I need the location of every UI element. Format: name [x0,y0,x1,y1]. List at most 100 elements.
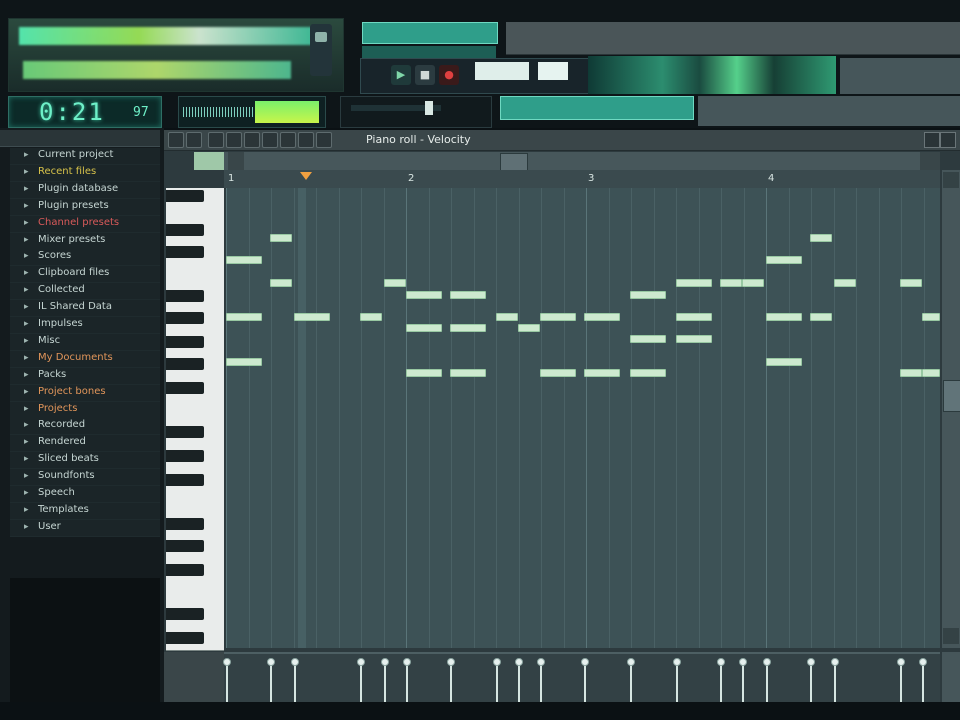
browser-item[interactable]: ▸ Plugin database [10,181,160,199]
velocity-bar[interactable] [630,664,632,704]
browser-item[interactable]: ▸ Plugin presets [10,198,160,216]
midi-note[interactable] [766,256,802,264]
velocity-handle[interactable] [291,658,299,666]
midi-note[interactable] [270,234,292,242]
pencil-icon[interactable] [208,132,224,148]
midi-note[interactable] [720,279,742,287]
velocity-bar[interactable] [294,664,296,704]
velocity-handle[interactable] [831,658,839,666]
browser-item[interactable]: ▸ IL Shared Data [10,300,160,318]
vertical-scrollbar[interactable] [942,170,960,648]
velocity-editor[interactable] [223,652,940,704]
browser-item[interactable]: ▸ Mixer presets [10,232,160,250]
midi-note[interactable] [630,369,666,377]
browser-item[interactable]: ▸ Sliced beats [10,452,160,470]
velocity-bar[interactable] [922,664,924,704]
tempo-display[interactable] [475,62,529,80]
velocity-handle[interactable] [447,658,455,666]
velocity-bar[interactable] [584,664,586,704]
browser-item[interactable]: ▸ Templates [10,502,160,520]
midi-note[interactable] [294,313,330,321]
piano-black-key[interactable] [166,564,204,576]
browser-item[interactable]: ▸ Recent files [10,164,160,182]
velocity-bar[interactable] [766,664,768,704]
cpu-slider[interactable] [425,101,433,115]
midi-note[interactable] [226,313,262,321]
midi-note[interactable] [810,313,832,321]
velocity-handle[interactable] [739,658,747,666]
velocity-handle[interactable] [537,658,545,666]
delete-icon[interactable] [244,132,260,148]
piano-black-key[interactable] [166,518,204,530]
browser-item[interactable]: ▸ Clipboard files [10,266,160,284]
browser-item[interactable]: ▸ Project bones [10,384,160,402]
pattern-number[interactable] [538,62,568,80]
velocity-handle[interactable] [717,658,725,666]
velocity-handle[interactable] [403,658,411,666]
song-mode-toggle[interactable] [500,96,694,120]
velocity-handle[interactable] [919,658,927,666]
zoom-icon[interactable] [298,132,314,148]
piano-black-key[interactable] [166,382,204,394]
midi-note[interactable] [406,369,442,377]
velocity-handle[interactable] [267,658,275,666]
piano-black-key[interactable] [166,426,204,438]
browser-item[interactable]: ▸ Impulses [10,317,160,334]
midi-note[interactable] [900,369,922,377]
velocity-handle[interactable] [515,658,523,666]
midi-note[interactable] [922,369,940,377]
velocity-bar[interactable] [900,664,902,704]
midi-note[interactable] [766,358,802,366]
vertical-scroll-thumb[interactable] [943,380,960,412]
horizontal-scroll-thumb[interactable] [500,153,528,171]
midi-note[interactable] [226,256,262,264]
velocity-bar[interactable] [270,664,272,704]
note-grid[interactable] [226,188,940,648]
horizontal-scrollbar[interactable] [224,152,940,171]
velocity-handle[interactable] [763,658,771,666]
select-icon[interactable] [280,132,296,148]
midi-note[interactable] [742,279,764,287]
piano-black-key[interactable] [166,246,204,258]
browser-item[interactable]: ▸ Soundfonts [10,469,160,487]
piano-black-key[interactable] [166,190,204,202]
midi-note[interactable] [922,313,940,321]
velocity-handle[interactable] [897,658,905,666]
velocity-bar[interactable] [384,664,386,704]
piano-black-key[interactable] [166,224,204,236]
midi-note[interactable] [406,291,442,299]
stop-button[interactable]: ■ [415,65,435,85]
midi-note[interactable] [834,279,856,287]
close-button[interactable] [940,132,956,148]
velocity-handle[interactable] [807,658,815,666]
velocity-bar[interactable] [720,664,722,704]
scroll-up-button[interactable] [943,172,959,188]
velocity-bar[interactable] [540,664,542,704]
timeline-ruler[interactable]: 1 2 3 4 [224,170,940,189]
midi-note[interactable] [584,313,620,321]
piano-black-key[interactable] [166,474,204,486]
toolbar-shortcuts[interactable] [588,56,836,94]
piano-black-key[interactable] [166,336,204,348]
midi-note[interactable] [360,313,382,321]
velocity-handle[interactable] [673,658,681,666]
piano-black-key[interactable] [166,312,204,324]
piano-black-key[interactable] [166,632,204,644]
midi-note[interactable] [676,313,712,321]
midi-note[interactable] [676,335,712,343]
piano-black-key[interactable] [166,540,204,552]
velocity-scrollbar[interactable] [942,652,960,702]
midi-note[interactable] [630,335,666,343]
velocity-bar[interactable] [450,664,452,704]
browser-item[interactable]: ▸ Packs [10,367,160,385]
playhead-marker[interactable] [300,172,312,180]
browser-item[interactable]: ▸ Channel presets [10,215,160,233]
play-button[interactable]: ▶ [391,65,411,85]
piano-black-key[interactable] [166,358,204,370]
piano-black-key[interactable] [166,608,204,620]
browser-item[interactable]: ▸ User [10,519,160,537]
midi-note[interactable] [630,291,666,299]
velocity-bar[interactable] [496,664,498,704]
velocity-handle[interactable] [357,658,365,666]
midi-note[interactable] [450,369,486,377]
